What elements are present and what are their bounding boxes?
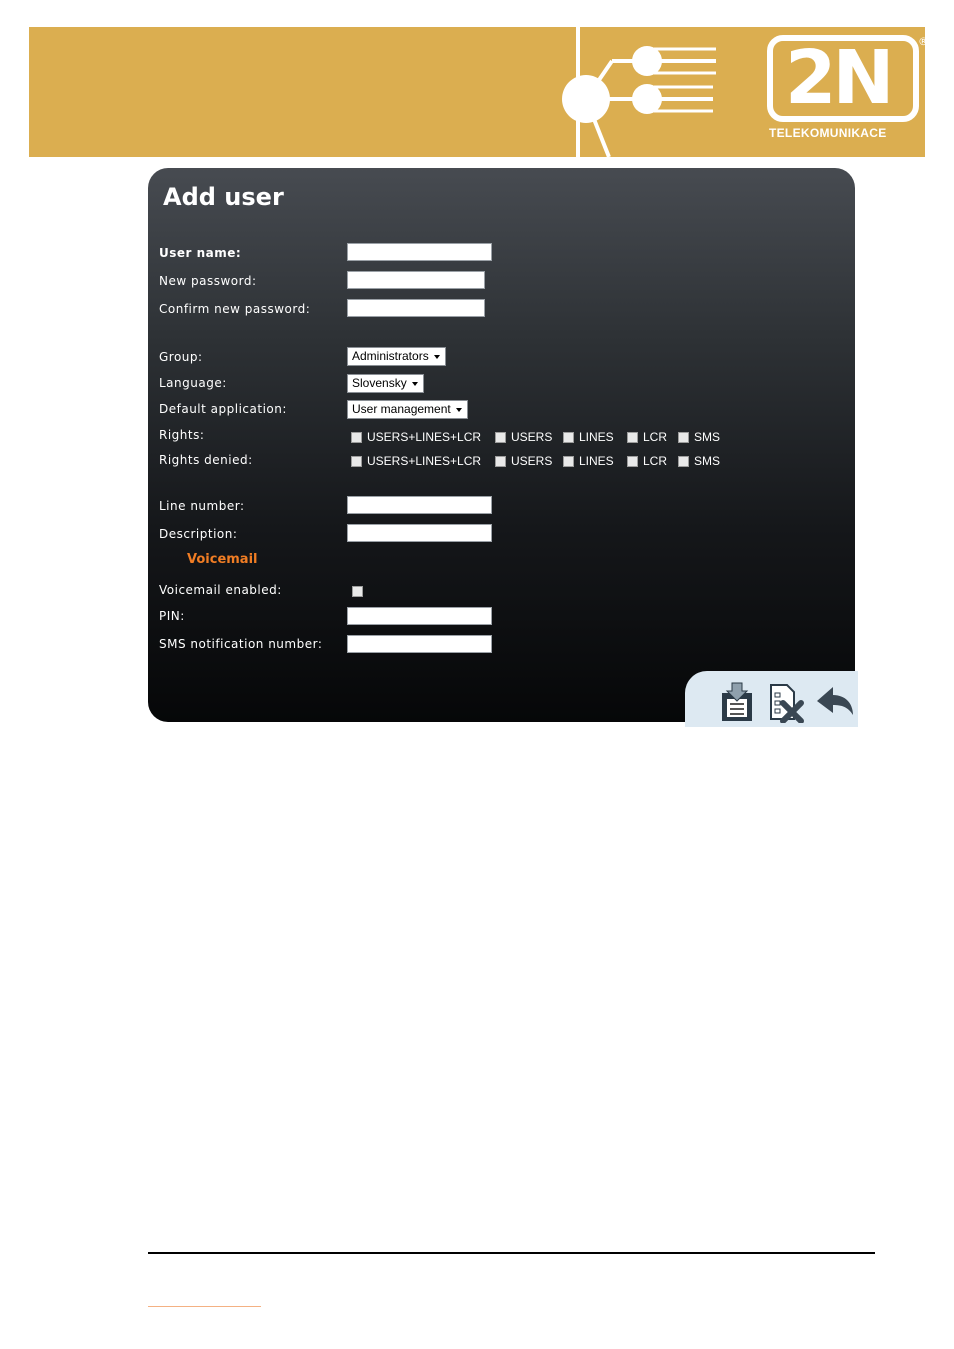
language-select-value: Slovensky xyxy=(352,376,407,390)
rights-denied-sms-checkbox[interactable]: SMS xyxy=(678,454,720,468)
description-input[interactable] xyxy=(347,524,492,542)
user-name-label: User name: xyxy=(159,246,242,260)
rights-denied-lcr-checkbox[interactable]: LCR xyxy=(627,454,667,468)
add-user-panel: Add user User name: New password: Confir… xyxy=(148,168,858,727)
delete-icon xyxy=(770,684,804,724)
checkbox-icon xyxy=(495,455,506,467)
pin-label: PIN: xyxy=(159,609,185,623)
save-button[interactable] xyxy=(719,681,757,723)
voicemail-section-title: Voicemail xyxy=(187,552,258,567)
checkbox-icon xyxy=(495,431,506,443)
confirm-password-label: Confirm new password: xyxy=(159,302,311,316)
description-label: Description: xyxy=(159,527,238,541)
checkbox-icon xyxy=(351,431,362,443)
default-application-select[interactable]: User management xyxy=(347,400,468,419)
save-icon xyxy=(722,682,752,721)
rights-denied-users-checkbox[interactable]: USERS xyxy=(495,454,552,468)
sms-notification-label: SMS notification number: xyxy=(159,637,323,651)
brand-tagline: TELEKOMUNIKACE xyxy=(769,126,887,140)
rights-denied-users-lines-lcr-checkbox[interactable]: USERS+LINES+LCR xyxy=(351,454,481,468)
voicemail-enabled-label: Voicemail enabled: xyxy=(159,583,282,597)
sms-notification-input[interactable] xyxy=(347,635,492,653)
line-number-input[interactable] xyxy=(347,496,492,514)
chevron-down-icon xyxy=(433,355,440,359)
chevron-down-icon xyxy=(455,408,462,412)
header-banner: 2N ® TELEKOMUNIKACE xyxy=(29,27,925,157)
checkbox-icon xyxy=(627,431,638,443)
group-label: Group: xyxy=(159,350,203,364)
checkbox-icon xyxy=(351,455,362,467)
rights-users-lines-lcr-checkbox[interactable]: USERS+LINES+LCR xyxy=(351,430,481,444)
registered-mark: ® xyxy=(918,35,925,48)
confirm-password-input[interactable] xyxy=(347,299,485,317)
voicemail-enabled-checkbox[interactable] xyxy=(352,586,363,597)
group-select[interactable]: Administrators xyxy=(347,347,446,366)
rights-lines-checkbox[interactable]: LINES xyxy=(563,430,614,444)
rights-denied-lines-checkbox[interactable]: LINES xyxy=(563,454,614,468)
logo-text: 2N xyxy=(785,35,894,121)
checkbox-icon xyxy=(678,431,689,443)
line-number-label: Line number: xyxy=(159,499,245,513)
group-select-value: Administrators xyxy=(352,349,429,363)
back-icon xyxy=(817,687,853,715)
rights-denied-label: Rights denied: xyxy=(159,453,253,467)
user-name-input[interactable] xyxy=(347,243,492,261)
brand-logo: 2N xyxy=(767,35,919,122)
footer-rule xyxy=(148,1252,875,1254)
footer-underline xyxy=(148,1306,261,1307)
pin-input[interactable] xyxy=(347,607,492,625)
checkbox-icon xyxy=(627,455,638,467)
action-bar xyxy=(685,671,858,727)
back-button[interactable] xyxy=(815,681,853,723)
delete-button[interactable] xyxy=(767,681,805,724)
language-select[interactable]: Slovensky xyxy=(347,374,424,393)
default-application-label: Default application: xyxy=(159,402,287,416)
checkbox-icon xyxy=(563,455,574,467)
rights-users-checkbox[interactable]: USERS xyxy=(495,430,552,444)
rights-lcr-checkbox[interactable]: LCR xyxy=(627,430,667,444)
checkbox-icon xyxy=(563,431,574,443)
rights-label: Rights: xyxy=(159,428,205,442)
default-application-select-value: User management xyxy=(352,402,451,416)
chevron-down-icon xyxy=(411,382,418,386)
checkbox-icon xyxy=(678,455,689,467)
new-password-label: New password: xyxy=(159,274,257,288)
page-title: Add user xyxy=(163,183,284,211)
rights-sms-checkbox[interactable]: SMS xyxy=(678,430,720,444)
new-password-input[interactable] xyxy=(347,271,485,289)
language-label: Language: xyxy=(159,376,227,390)
